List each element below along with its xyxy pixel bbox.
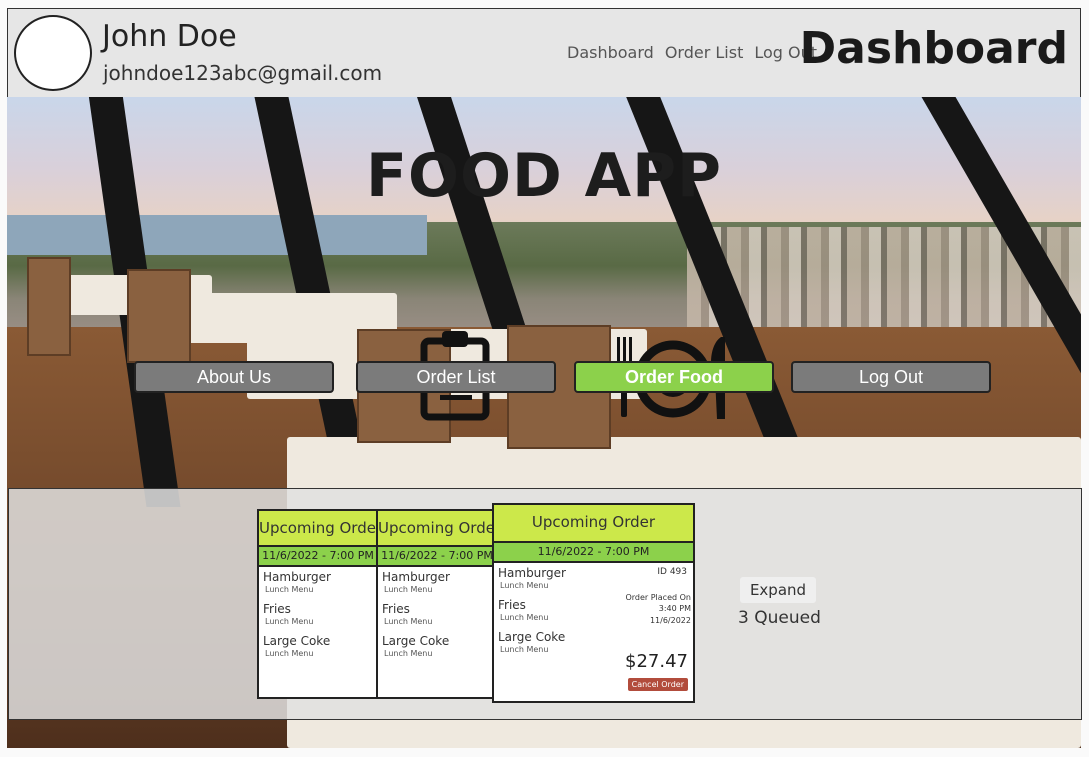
nav-link-dashboard[interactable]: Dashboard [567, 43, 654, 62]
order-card-date: 11/6/2022 - 7:00 PM [378, 547, 496, 567]
item-menu: Lunch Menu [384, 617, 433, 626]
user-email: johndoe123abc@gmail.com [103, 61, 383, 85]
page-title: Dashboard [799, 23, 1068, 74]
nav-link-order-list[interactable]: Order List [665, 43, 744, 62]
order-card-title: Upcoming Order [378, 511, 496, 547]
avatar[interactable] [14, 15, 92, 91]
lake [7, 215, 427, 255]
queued-count: 3 Queued [738, 608, 821, 628]
order-food-button[interactable]: Order Food [574, 361, 774, 393]
item-name: Hamburger [382, 570, 450, 584]
order-items: Hamburger Lunch Menu Fries Lunch Menu La… [378, 567, 496, 671]
item-menu: Lunch Menu [384, 585, 433, 594]
order-total: $27.47 [625, 651, 688, 672]
item-name: Fries [382, 602, 410, 616]
order-card-expanded[interactable]: Upcoming Order 11/6/2022 - 7:00 PM Hambu… [492, 503, 695, 703]
orders-panel: Upcoming Order 11/6/2022 - 7:00 PM Hambu… [8, 488, 1082, 720]
item-menu: Lunch Menu [265, 585, 314, 594]
item-name: Fries [263, 602, 291, 616]
order-list-button[interactable]: Order List [356, 361, 556, 393]
order-placed-date: 11/6/2022 [649, 616, 691, 625]
expand-button[interactable]: Expand [740, 577, 816, 603]
chair [27, 257, 71, 356]
chair [127, 269, 191, 363]
order-card[interactable]: Upcoming Order 11/6/2022 - 7:00 PM Hambu… [376, 509, 498, 699]
order-card-title: Upcoming Order [494, 505, 693, 543]
app-frame: John Doe johndoe123abc@gmail.com Dashboa… [7, 8, 1082, 748]
item-name: Large Coke [263, 634, 331, 648]
item-name: Large Coke [382, 634, 450, 648]
top-nav: Dashboard Order List Log Out [567, 43, 817, 62]
log-out-button[interactable]: Log Out [791, 361, 991, 393]
item-menu: Lunch Menu [500, 581, 549, 590]
item-menu: Lunch Menu [265, 617, 314, 626]
order-card-date: 11/6/2022 - 7:00 PM [494, 543, 693, 563]
item-name: Large Coke [498, 630, 566, 644]
order-items: Hamburger Lunch Menu Fries Lunch Menu La… [259, 567, 377, 671]
about-us-button[interactable]: About Us [134, 361, 334, 393]
order-id: ID 493 [657, 567, 687, 577]
order-card[interactable]: Upcoming Order 11/6/2022 - 7:00 PM Hambu… [257, 509, 379, 699]
header: John Doe johndoe123abc@gmail.com Dashboa… [7, 8, 1081, 98]
cancel-order-button[interactable]: Cancel Order [627, 678, 688, 691]
order-items: Hamburger Lunch Menu Fries Lunch Menu La… [494, 563, 693, 701]
item-menu: Lunch Menu [384, 649, 433, 658]
order-placed-time: 3:40 PM [658, 604, 691, 613]
order-placed-label: Order Placed On [625, 593, 691, 602]
order-card-title: Upcoming Order [259, 511, 377, 547]
app-title: FOOD APP [365, 141, 723, 211]
order-card-date: 11/6/2022 - 7:00 PM [259, 547, 377, 567]
item-menu: Lunch Menu [265, 649, 314, 658]
user-name: John Doe [102, 19, 237, 54]
item-name: Hamburger [263, 570, 331, 584]
